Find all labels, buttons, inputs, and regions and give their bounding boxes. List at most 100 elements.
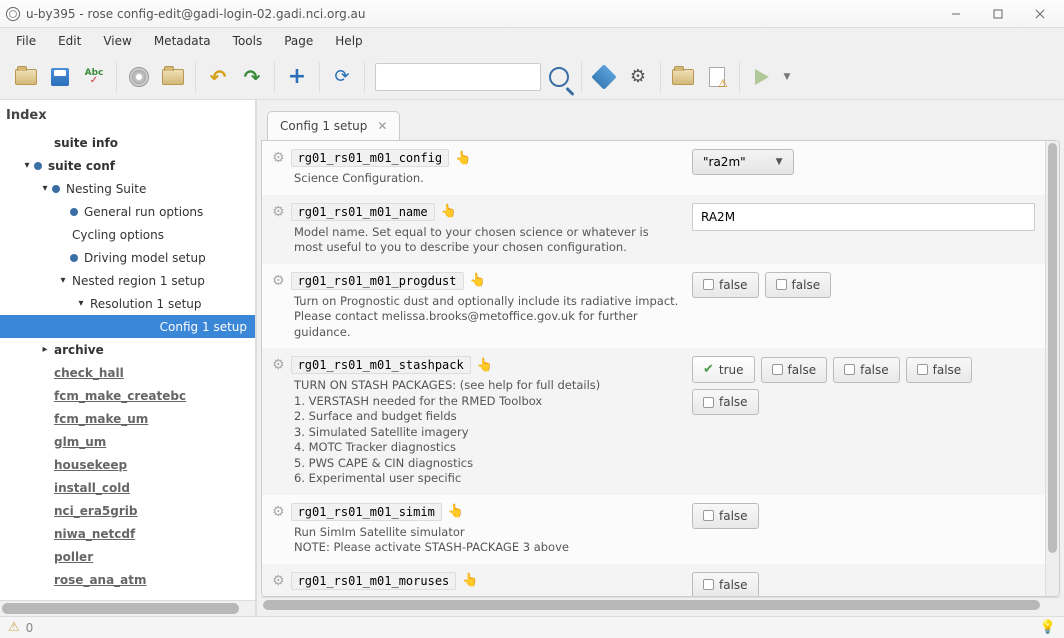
expander-icon[interactable]: ▾ <box>74 298 88 309</box>
gear-icon[interactable]: ⚙ <box>272 573 285 589</box>
reload-button[interactable]: ⟳ <box>326 61 358 93</box>
checkbox-icon <box>703 579 714 590</box>
gear-icon[interactable]: ⚙ <box>272 150 285 166</box>
tree-item[interactable]: General run options <box>0 200 255 223</box>
menu-edit[interactable]: Edit <box>48 31 91 51</box>
menu-tools[interactable]: Tools <box>223 31 273 51</box>
expander-icon[interactable]: ▾ <box>38 183 52 194</box>
settings-button[interactable]: ⚙ <box>622 61 654 93</box>
menu-help[interactable]: Help <box>325 31 372 51</box>
pointer-icon[interactable]: 👆 <box>441 204 457 219</box>
pointer-icon[interactable]: 👆 <box>470 273 486 288</box>
tree-item[interactable]: ▾suite conf <box>0 154 255 177</box>
redo-icon: ↷ <box>244 65 261 89</box>
toggle-button[interactable]: ✔true <box>692 356 755 383</box>
run-dropdown[interactable]: ▼ <box>780 61 794 93</box>
tree-label: General run options <box>82 205 203 219</box>
tree-item[interactable]: Driving model setup <box>0 246 255 269</box>
run-button[interactable] <box>746 61 778 93</box>
gear-icon[interactable]: ⚙ <box>272 357 285 373</box>
tree[interactable]: suite info▾suite conf▾Nesting Suite Gener… <box>0 131 255 600</box>
tree-label: install_cold <box>52 481 130 495</box>
row-right: false <box>692 572 1035 596</box>
folder-button[interactable] <box>157 61 189 93</box>
pointer-icon[interactable]: 👆 <box>448 504 464 519</box>
redo-button[interactable]: ↷ <box>236 61 268 93</box>
menu-page[interactable]: Page <box>274 31 323 51</box>
scroll-thumb[interactable] <box>2 603 239 614</box>
tree-item[interactable]: ▸archive <box>0 338 255 361</box>
menu-view[interactable]: View <box>93 31 141 51</box>
toggle-button[interactable]: false <box>906 357 973 383</box>
tree-item[interactable]: suite info <box>0 131 255 154</box>
chevron-down-icon: ▼ <box>776 157 783 167</box>
scroll-thumb[interactable] <box>1048 143 1057 553</box>
add-button[interactable]: + <box>281 61 313 93</box>
sidebar-hscroll[interactable] <box>0 600 255 616</box>
maximize-button[interactable] <box>980 2 1016 26</box>
tree-item[interactable]: check_hall <box>0 361 255 384</box>
toolbar-separator <box>739 62 740 92</box>
toggle-button[interactable]: false <box>692 272 759 298</box>
pointer-icon[interactable]: 👆 <box>455 151 471 166</box>
check-icon: ✔ <box>703 362 714 377</box>
toggle-button[interactable]: false <box>692 572 759 596</box>
expander-icon[interactable]: ▸ <box>38 344 52 355</box>
search-button[interactable] <box>543 61 575 93</box>
tree-item[interactable]: ▾Nesting Suite <box>0 177 255 200</box>
gear-icon[interactable]: ⚙ <box>272 504 285 520</box>
save-button[interactable] <box>44 61 76 93</box>
toggle-button[interactable]: false <box>765 272 832 298</box>
expander-icon[interactable]: ▾ <box>20 160 34 171</box>
toolbar-separator <box>274 62 275 92</box>
tree-item[interactable]: nci_era5grib <box>0 499 255 522</box>
toggle-button[interactable]: false <box>833 357 900 383</box>
pointer-icon[interactable]: 👆 <box>477 358 493 373</box>
form-hscroll[interactable] <box>261 597 1060 612</box>
tree-item[interactable]: ▾Resolution 1 setup <box>0 292 255 315</box>
toggle-button[interactable]: false <box>692 503 759 529</box>
gear-icon[interactable]: ⚙ <box>272 273 285 289</box>
toggle-button[interactable]: false <box>761 357 828 383</box>
close-tab-icon[interactable]: ✕ <box>377 119 387 133</box>
search-input[interactable] <box>375 63 541 91</box>
spellcheck-button[interactable]: Abc <box>78 61 110 93</box>
tree-item[interactable]: ▾Nested region 1 setup <box>0 269 255 292</box>
disc-button[interactable] <box>123 61 155 93</box>
tree-item[interactable]: install_cold <box>0 476 255 499</box>
scroll-thumb[interactable] <box>263 600 1040 610</box>
minimize-button[interactable] <box>938 2 974 26</box>
tree-item[interactable]: fcm_make_um <box>0 407 255 430</box>
diamond-button[interactable] <box>588 61 620 93</box>
window-title: u-by395 - rose config-edit@gadi-login-02… <box>26 7 932 21</box>
close-button[interactable] <box>1022 2 1058 26</box>
tree-item[interactable]: glm_um <box>0 430 255 453</box>
tree-item[interactable]: housekeep <box>0 453 255 476</box>
tree-item[interactable]: niwa_netcdf <box>0 522 255 545</box>
toolbar-separator <box>364 62 365 92</box>
folder2-button[interactable] <box>667 61 699 93</box>
text-input[interactable] <box>692 203 1035 231</box>
tree-item[interactable]: poller <box>0 545 255 568</box>
menu-metadata[interactable]: Metadata <box>144 31 221 51</box>
tab-config1[interactable]: Config 1 setup ✕ <box>267 111 400 140</box>
tree-item[interactable]: Config 1 setup <box>0 315 255 338</box>
form-scroll[interactable]: ⚙rg01_rs01_m01_config👆Science Configurat… <box>262 141 1045 596</box>
tree-item[interactable]: Cycling options <box>0 223 255 246</box>
expander-icon[interactable]: ▾ <box>56 275 70 286</box>
menu-file[interactable]: File <box>6 31 46 51</box>
config-key: rg01_rs01_m01_moruses <box>291 572 457 590</box>
form-vscroll[interactable] <box>1045 141 1059 596</box>
pointer-icon[interactable]: 👆 <box>462 573 478 588</box>
toggle-button[interactable]: false <box>692 389 759 415</box>
tree-item[interactable]: rose_ana_atm <box>0 568 255 591</box>
gears-icon: ⚙ <box>630 66 646 87</box>
combo-select[interactable]: "ra2m"▼ <box>692 149 794 175</box>
open-button[interactable] <box>10 61 42 93</box>
tab-bar: Config 1 setup ✕ <box>261 108 1060 140</box>
undo-button[interactable]: ↶ <box>202 61 234 93</box>
tree-item[interactable]: fcm_make_createbc <box>0 384 255 407</box>
doc-warning-button[interactable] <box>701 61 733 93</box>
row-right: "ra2m"▼ <box>692 149 1035 175</box>
gear-icon[interactable]: ⚙ <box>272 204 285 220</box>
